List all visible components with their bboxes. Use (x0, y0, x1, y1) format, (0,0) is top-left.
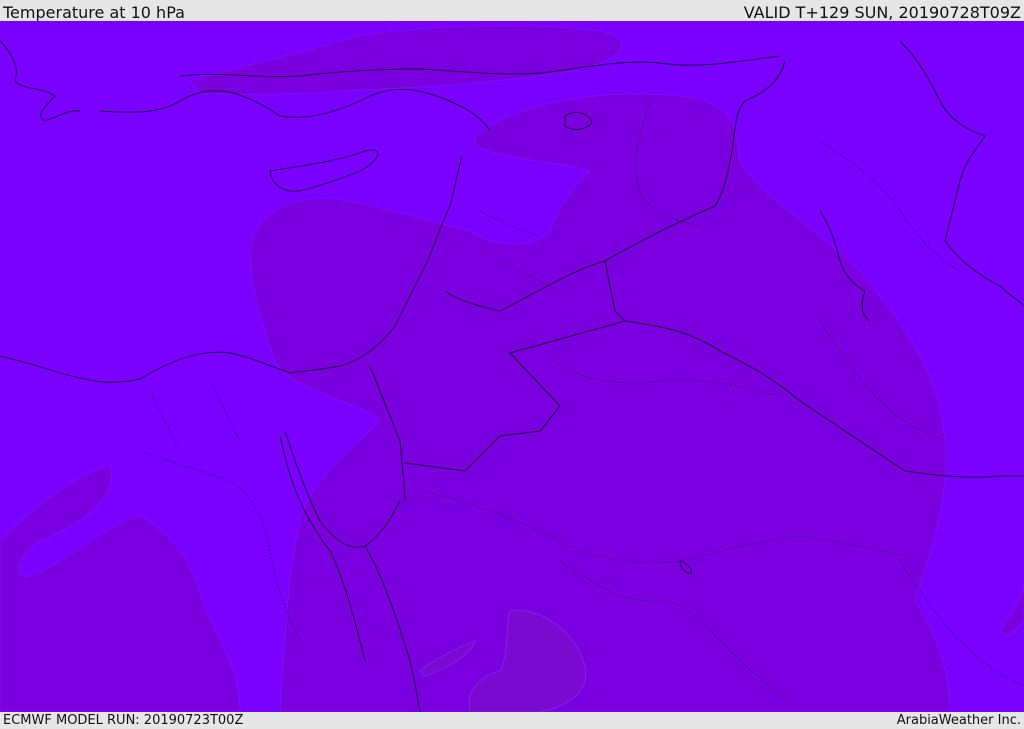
map-title: Temperature at 10 hPa (3, 3, 185, 22)
valid-time: VALID T+129 SUN, 20190728T09Z (743, 3, 1021, 22)
header-bar: Temperature at 10 hPa VALID T+129 SUN, 2… (0, 0, 1024, 22)
model-run: ECMWF MODEL RUN: 20190723T00Z (3, 713, 244, 728)
map-area[interactable] (0, 21, 1024, 712)
footer-bar: ECMWF MODEL RUN: 20190723T00Z ArabiaWeat… (0, 712, 1024, 729)
credit: ArabiaWeather Inc. (896, 713, 1021, 728)
map-canvas[interactable] (0, 21, 1024, 712)
